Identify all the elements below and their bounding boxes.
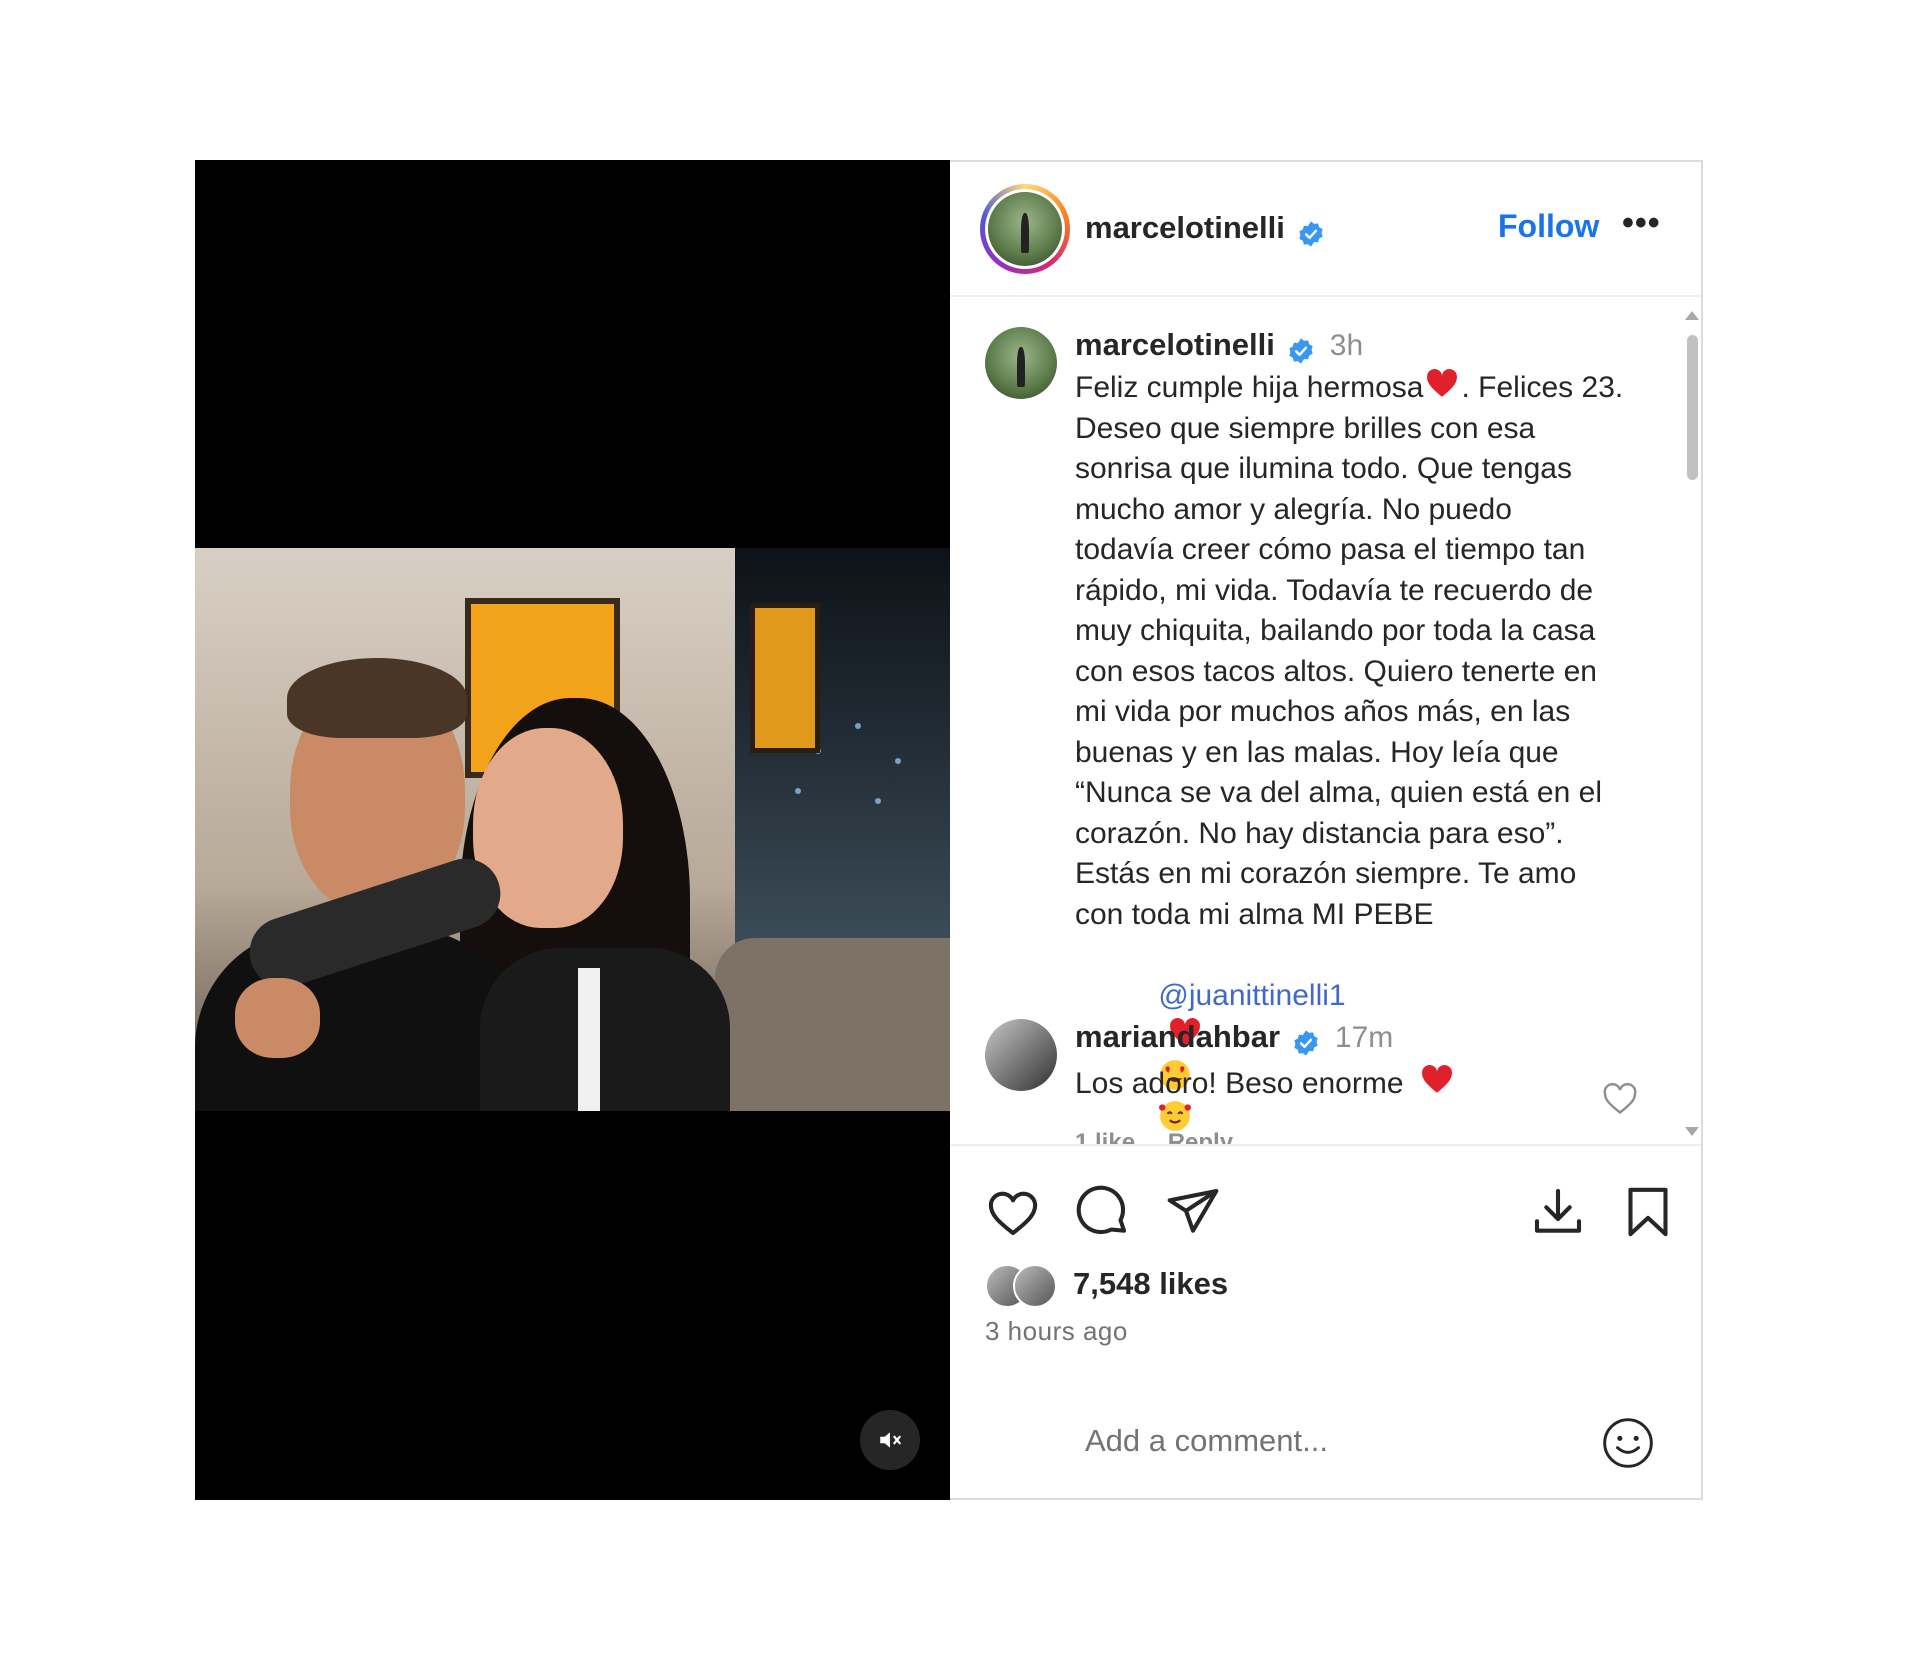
comment-timestamp[interactable]: 17m	[1335, 1021, 1393, 1054]
caption-author-avatar[interactable]	[985, 327, 1057, 399]
liker-avatar	[1013, 1264, 1057, 1308]
more-options-button[interactable]: •••	[1622, 204, 1661, 243]
comment-like-heart-icon[interactable]	[1602, 1081, 1638, 1117]
post-photo[interactable]	[195, 548, 950, 1111]
author-username[interactable]: marcelotinelli	[1085, 210, 1285, 245]
post-timestamp[interactable]: 3 hours ago	[985, 1316, 1128, 1347]
comment-reply-button[interactable]: Reply	[1168, 1129, 1233, 1144]
verified-badge-icon	[1289, 338, 1314, 364]
commenter-username[interactable]: mariandahbar	[1075, 1019, 1280, 1054]
scrollbar-thumb[interactable]	[1687, 335, 1698, 480]
red-heart-icon	[1427, 369, 1458, 397]
add-comment-input[interactable]	[1085, 1415, 1565, 1467]
author-avatar[interactable]	[980, 184, 1070, 274]
add-comment-bar	[950, 1387, 1701, 1502]
likes-count[interactable]: 7,548 likes	[1073, 1266, 1228, 1302]
commenter-avatar[interactable]	[985, 1019, 1057, 1091]
caption-timestamp[interactable]: 3h	[1330, 329, 1363, 362]
post-sidebar: marcelotinelli Follow ••• marcelotinelli	[950, 160, 1703, 1500]
caption-text: Feliz cumple hija hermosa	[1075, 371, 1424, 404]
post-actions: 7,548 likes 3 hours ago	[950, 1144, 1701, 1347]
liked-by-avatars[interactable]	[985, 1264, 1065, 1310]
instagram-post: marcelotinelli Follow ••• marcelotinelli	[195, 160, 1703, 1500]
share-icon[interactable]	[1165, 1184, 1221, 1240]
post-media[interactable]	[195, 160, 950, 1500]
post-header: marcelotinelli Follow •••	[950, 162, 1701, 297]
mute-button[interactable]	[860, 1410, 920, 1470]
scroll-up-arrow[interactable]	[1685, 311, 1699, 320]
comment-text: Los adoro! Beso enorme	[1075, 1066, 1404, 1100]
red-heart-icon	[1421, 1064, 1452, 1093]
comment-item: mariandahbar 17m Los adoro! Beso enorme	[1075, 1019, 1635, 1101]
caption-author-username[interactable]: marcelotinelli	[1075, 327, 1275, 362]
follow-button[interactable]: Follow	[1498, 208, 1599, 245]
heart-icon[interactable]	[985, 1184, 1041, 1240]
comment-meta: 1 like Reply	[1075, 1129, 1259, 1144]
bookmark-icon[interactable]	[1620, 1184, 1676, 1240]
scroll-down-arrow[interactable]	[1685, 1127, 1699, 1136]
mention-link[interactable]: @juanittinelli1	[1158, 979, 1345, 1012]
download-icon[interactable]	[1530, 1184, 1586, 1240]
comments-list[interactable]: marcelotinelli 3h Feliz cumple hija herm…	[950, 299, 1701, 1144]
smiling-hearts-emoji-icon	[1159, 1101, 1192, 1131]
caption-body: Deseo que siempre brilles con esa sonris…	[1075, 411, 1602, 931]
comment-like-count[interactable]: 1 like	[1075, 1129, 1135, 1144]
comment-icon[interactable]	[1075, 1184, 1131, 1240]
verified-badge-icon	[1299, 221, 1324, 247]
mute-icon	[880, 1432, 901, 1448]
verified-badge-icon	[1294, 1030, 1319, 1056]
emoji-icon[interactable]	[1600, 1415, 1656, 1471]
